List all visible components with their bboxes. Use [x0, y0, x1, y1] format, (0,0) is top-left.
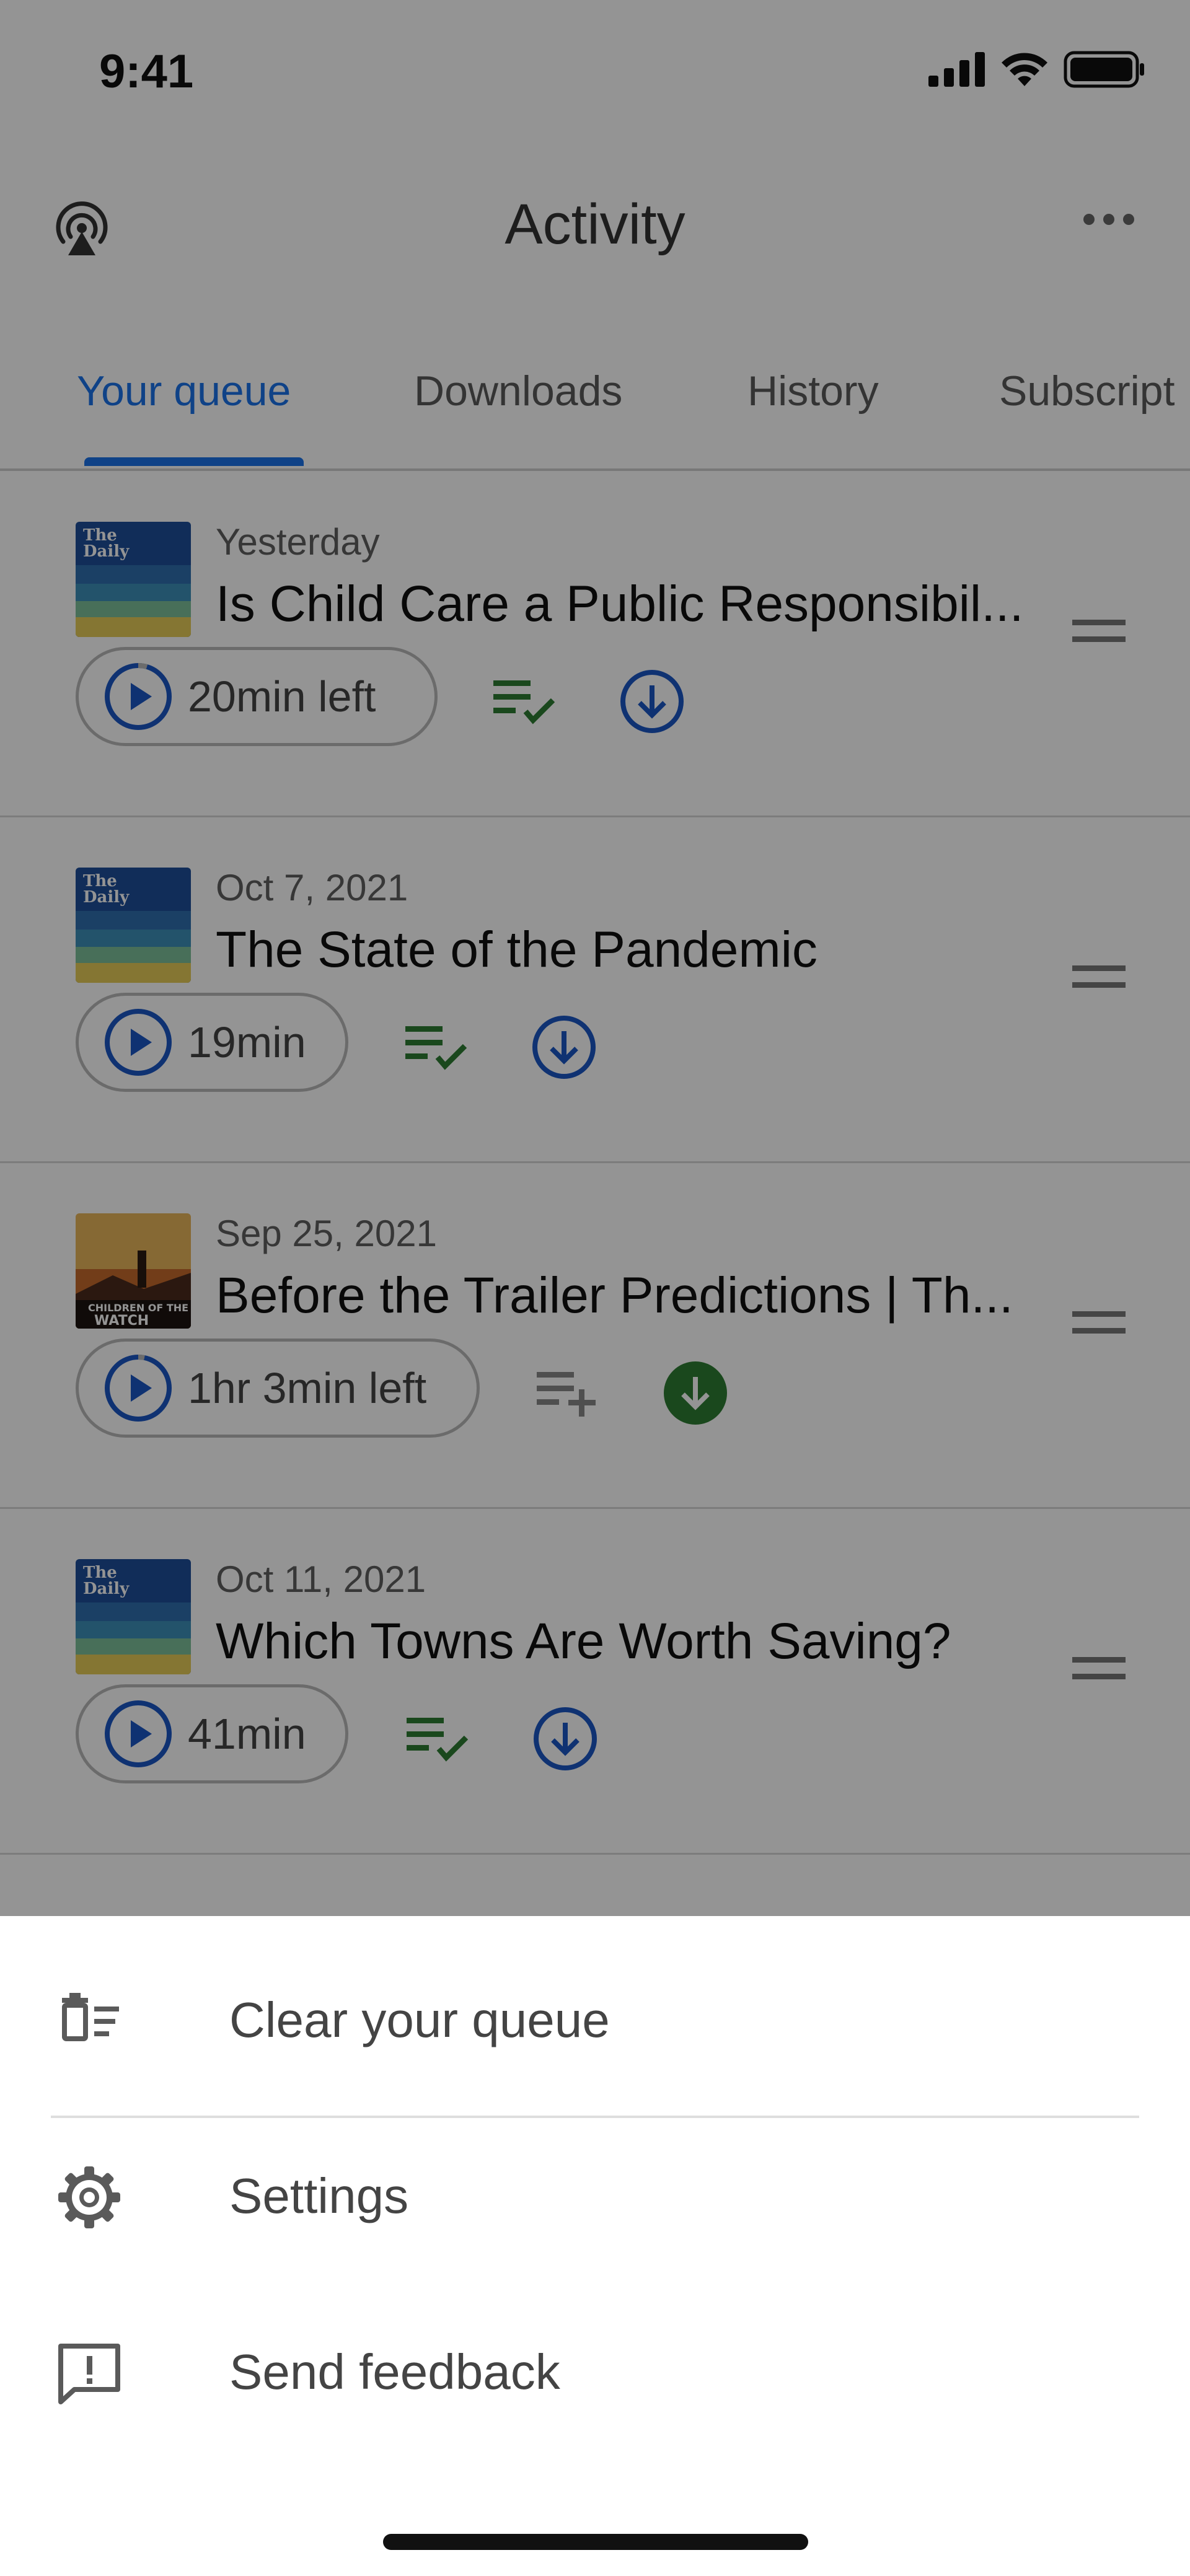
- clear-queue-menu-item[interactable]: Clear your queue: [0, 1942, 1190, 2091]
- gear-icon: [58, 2166, 120, 2228]
- sheet-divider: [51, 2116, 1139, 2118]
- sheet-item-label: Send feedback: [229, 2344, 560, 2399]
- settings-menu-item[interactable]: Settings: [0, 2118, 1190, 2267]
- modal-scrim[interactable]: [0, 0, 1190, 1916]
- send-feedback-menu-item[interactable]: Send feedback: [0, 2294, 1190, 2443]
- clear-queue-icon: [62, 1993, 119, 2041]
- feedback-icon: [58, 2344, 120, 2404]
- home-indicator: [383, 2534, 808, 2550]
- bottom-sheet: Clear your queue Settings Send feedback: [0, 1916, 1190, 2576]
- sheet-item-label: Clear your queue: [229, 1992, 610, 2047]
- sheet-item-label: Settings: [229, 2168, 409, 2223]
